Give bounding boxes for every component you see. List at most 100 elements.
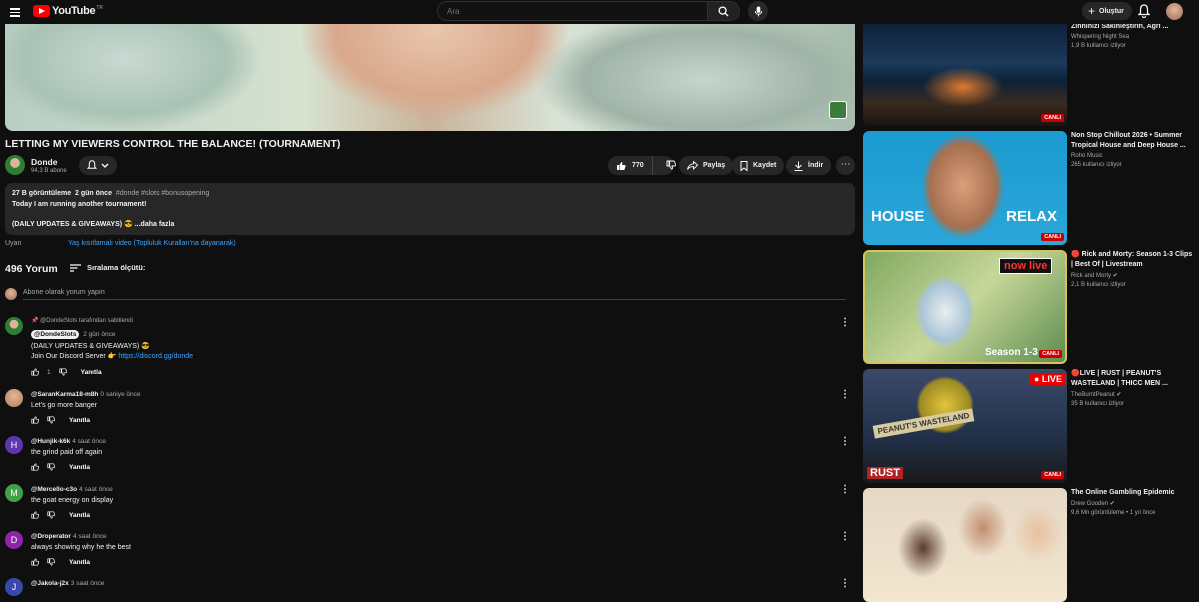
video-info: 🔴LIVE | RUST | PEANUT'S WASTELAND | THIC… — [1071, 369, 1195, 407]
comment-time[interactable]: 2 gün önce — [83, 331, 115, 338]
video-channel[interactable]: Whispering Night Sea — [1071, 34, 1195, 40]
thumbs-down-icon[interactable] — [47, 463, 55, 471]
discord-link[interactable]: https://discord.gg/donde — [118, 353, 193, 360]
comment-time[interactable]: 0 saniye önce — [100, 391, 140, 398]
video-thumbnail[interactable]: ● LIVE PEANUT'S WASTELAND RUST CANLI — [863, 369, 1067, 483]
show-more-link[interactable]: ...daha fazla — [135, 221, 175, 228]
voice-search-button[interactable] — [748, 1, 768, 21]
comment-author[interactable]: @Droperator — [31, 533, 71, 540]
comment-time[interactable]: 3 saat önce — [71, 580, 105, 587]
channel-name[interactable]: Donde — [31, 157, 57, 167]
video-thumbnail[interactable] — [863, 488, 1067, 602]
thumbs-down-icon — [666, 160, 676, 169]
thumbs-up-icon[interactable] — [31, 558, 39, 566]
video-thumbnail[interactable]: HOUSE RELAX CANLI — [863, 131, 1067, 245]
comment-author[interactable]: @SaranKarma18-m8h — [31, 391, 98, 398]
comment-time[interactable]: 4 saat önce — [72, 438, 106, 445]
thumbnail-rust-logo: RUST — [867, 467, 903, 479]
thumbs-up-icon[interactable] — [31, 463, 39, 471]
thumbs-down-icon[interactable] — [47, 511, 55, 519]
search-button[interactable] — [707, 2, 739, 20]
comment-line-2: Join Our Discord Server 👉 https://discor… — [31, 352, 193, 362]
video-info: The Online Gambling Epidemic Drew Gooden… — [1071, 488, 1195, 516]
comment-menu-icon[interactable]: ⋮ — [840, 317, 850, 328]
live-badge: CANLI — [1041, 471, 1064, 479]
notifications-bell-icon[interactable] — [1138, 4, 1150, 18]
chevron-down-icon — [101, 163, 109, 168]
channel-avatar[interactable] — [5, 155, 25, 175]
comment-menu-icon[interactable]: ⋮ — [840, 436, 850, 447]
comment-time[interactable]: 4 saat önce — [79, 486, 113, 493]
recommended-video[interactable]: CANLI Zihninizi Sakinleştirin, Ağrı ... … — [863, 12, 1199, 126]
comment-line-1: (DAILY UPDATES & GIVEAWAYS) 😎 — [31, 343, 150, 350]
recommended-video[interactable]: now live Season 1-3 CANLI 🔴 Rick and Mor… — [863, 250, 1199, 364]
video-channel[interactable]: Roho Music — [1071, 153, 1195, 159]
recommended-video[interactable]: HOUSE RELAX CANLI Non Stop Chillout 2026… — [863, 131, 1199, 245]
video-title[interactable]: 🔴LIVE | RUST | PEANUT'S WASTELAND | THIC… — [1071, 369, 1195, 389]
more-actions-button[interactable]: ⋯ — [836, 156, 855, 175]
thumbs-up-icon[interactable] — [31, 368, 39, 376]
reply-button[interactable]: Yanıtla — [69, 559, 90, 566]
video-channel[interactable]: Drew Gooden ✔ — [1071, 500, 1195, 507]
video-info: 🔴 Rick and Morty: Season 1-3 Clips | Bes… — [1071, 250, 1195, 288]
thumbs-down-icon[interactable] — [59, 368, 67, 376]
comment-avatar[interactable]: H — [5, 436, 23, 454]
description-box[interactable]: 27 B görüntüleme 2 gün önce #donde #slot… — [5, 183, 855, 235]
comment-avatar[interactable]: M — [5, 484, 23, 502]
subscription-bell-button[interactable] — [79, 156, 117, 175]
video-title[interactable]: Non Stop Chillout 2026 • Summer Tropical… — [1071, 131, 1195, 151]
recommended-video[interactable]: ● LIVE PEANUT'S WASTELAND RUST CANLI 🔴LI… — [863, 369, 1199, 483]
description-line-2: (DAILY UPDATES & GIVEAWAYS) 😎 ...daha fa… — [12, 220, 848, 231]
search-box — [437, 1, 740, 21]
thumbs-up-icon[interactable] — [31, 511, 39, 519]
reply-button[interactable]: Yanıtla — [69, 417, 90, 424]
download-button[interactable]: İndir — [786, 156, 832, 175]
comment-header: @Jakola-j2x 3 saat önce — [31, 580, 104, 587]
create-button[interactable]: + Oluştur — [1082, 2, 1132, 20]
comment-avatar[interactable] — [5, 317, 23, 335]
reply-button[interactable]: Yanıtla — [69, 512, 90, 519]
add-comment-input[interactable]: Abone olarak yorum yapın — [23, 289, 105, 296]
hashtags[interactable]: #donde #slots #bonusopening — [116, 190, 209, 197]
share-button[interactable]: Paylaş — [679, 156, 734, 175]
video-channel[interactable]: TheBurntPeanut ✔ — [1071, 391, 1195, 398]
comment-header: @Hunjik-k6k 4 saat önce — [31, 438, 106, 445]
save-label: Kaydet — [753, 162, 777, 169]
comment-time[interactable]: 4 saat önce — [73, 533, 107, 540]
search-input[interactable] — [438, 2, 707, 20]
like-button[interactable]: 770 — [608, 156, 653, 175]
age-restriction-link[interactable]: Yaş kısıtlamalı video (Topluluk Kurallar… — [68, 240, 236, 247]
comment-author[interactable]: @Mercello-c3o — [31, 486, 77, 493]
video-title[interactable]: 🔴 Rick and Morty: Season 1-3 Clips | Bes… — [1071, 250, 1195, 270]
thumbs-down-icon[interactable] — [47, 558, 55, 566]
comment-avatar[interactable]: D — [5, 531, 23, 549]
comment-count: 496 Yorum — [5, 263, 58, 275]
thumbs-down-icon[interactable] — [47, 416, 55, 424]
comment-menu-icon[interactable]: ⋮ — [840, 484, 850, 495]
reply-button[interactable]: Yanıtla — [69, 464, 90, 471]
description-line-1: Today I am running another tournament! — [12, 200, 147, 208]
comment-avatar[interactable] — [5, 389, 23, 407]
video-title[interactable]: The Online Gambling Epidemic — [1071, 488, 1195, 498]
video-channel[interactable]: Rick and Morty ✔ — [1071, 272, 1195, 279]
comment-menu-icon[interactable]: ⋮ — [840, 531, 850, 542]
comment-author[interactable]: @DondeSlots — [31, 330, 80, 339]
comment-menu-icon[interactable]: ⋮ — [840, 578, 850, 589]
reply-button[interactable]: Yanıtla — [81, 369, 102, 376]
account-avatar[interactable] — [1166, 3, 1183, 20]
save-button[interactable]: Kaydet — [732, 156, 785, 175]
comment-author[interactable]: @Hunjik-k6k — [31, 438, 70, 445]
youtube-logo[interactable]: YouTube TR — [33, 5, 103, 17]
comment-menu-icon[interactable]: ⋮ — [840, 389, 850, 400]
comment-text: the goat energy on display — [31, 497, 114, 504]
sort-button[interactable]: Sıralama ölçütü: — [70, 263, 145, 272]
recommended-video[interactable]: The Online Gambling Epidemic Drew Gooden… — [863, 488, 1199, 602]
comment-avatar[interactable]: J — [5, 578, 23, 596]
video-channel-name: TheBurntPeanut — [1071, 392, 1115, 398]
video-thumbnail[interactable]: now live Season 1-3 CANLI — [863, 250, 1067, 364]
menu-icon[interactable] — [10, 6, 20, 17]
thumbs-up-icon[interactable] — [31, 416, 39, 424]
video-title: LETTING MY VIEWERS CONTROL THE BALANCE! … — [5, 138, 341, 150]
video-thumbnail[interactable]: CANLI — [863, 12, 1067, 126]
comment-author[interactable]: @Jakola-j2x — [31, 580, 69, 587]
